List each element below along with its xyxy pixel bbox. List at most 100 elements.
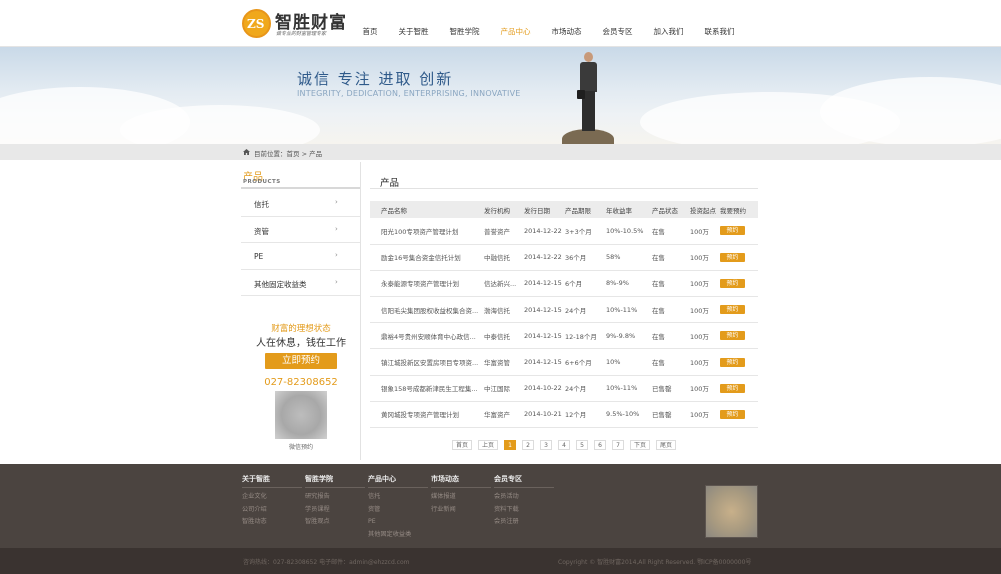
pager-page-2[interactable]: 2	[522, 440, 535, 450]
nav-home[interactable]: 首页	[352, 0, 388, 47]
minimum-cell: 100万	[690, 244, 720, 271]
footer-col-about: 关于智胜 企业文化 公司介绍 智胜动态	[242, 474, 302, 529]
hotline-phone: 027-82308652	[264, 377, 338, 388]
book-button[interactable]: 预约	[720, 331, 745, 341]
footer-bottom-bar: 咨询热线：027-82308652 电子邮件：admin@ehzzcd.com …	[0, 548, 1001, 574]
footer-link[interactable]: 研究报告	[305, 491, 365, 504]
footer-heading[interactable]: 会员专区	[494, 474, 554, 488]
footer-link[interactable]: 公司介绍	[242, 504, 302, 517]
table-row: 永泰能源专项资产管理计划 信达新兴... 2014-12-15 6个月 8%-9…	[370, 270, 758, 298]
yield-cell: 10%-10.5%	[606, 218, 652, 245]
nav-contact[interactable]: 联系我们	[694, 0, 745, 47]
footer-link[interactable]: 资料下载	[494, 504, 554, 517]
footer-heading[interactable]: 产品中心	[368, 474, 428, 488]
footer-link[interactable]: PE	[368, 516, 428, 529]
yield-cell: 9%-9.8%	[606, 322, 652, 350]
yield-cell: 10%	[606, 348, 652, 376]
footer-link[interactable]: 智胜动态	[242, 516, 302, 529]
product-name-link[interactable]: 阳光100专项资产管理计划	[381, 218, 484, 245]
product-name-link[interactable]: 镇江城投新区安置房项目专项资...	[381, 348, 484, 376]
product-name-link[interactable]: 鼎裕4号贵州安顺体育中心政信...	[381, 322, 484, 350]
product-table: 产品名称 发行机构 发行日期 产品期限 年收益率 产品状态 投资起点 我要预约 …	[370, 201, 758, 429]
main-nav: 首页 关于智胜 智胜学院 产品中心 市场动态 会员专区 加入我们 联系我们	[352, 0, 745, 47]
product-name-link[interactable]: 信阳毛尖集团股权收益权集合资...	[381, 296, 484, 324]
minimum-cell: 100万	[690, 401, 720, 429]
sidebar-item-label: PE	[254, 252, 264, 261]
nav-about[interactable]: 关于智胜	[388, 0, 439, 47]
col-header-yield: 年收益率	[606, 201, 652, 218]
footer-link[interactable]: 智胜观点	[305, 516, 365, 529]
product-name-link[interactable]: 黄冈城投专项资产管理计划	[381, 401, 484, 429]
status-cell: 在售	[652, 322, 690, 350]
issuer-cell: 华富资产	[484, 401, 524, 429]
minimum-cell: 100万	[690, 218, 720, 245]
footer-link[interactable]: 行业新闻	[431, 504, 491, 517]
footer-link[interactable]: 其他固定收益类	[368, 529, 428, 542]
date-cell: 2014-12-15	[524, 348, 565, 376]
footer-link[interactable]: 会员注册	[494, 516, 554, 529]
banner-title: 诚信 专注 进取 创新	[297, 70, 454, 88]
pager-last[interactable]: 尾页	[656, 440, 677, 450]
footer-link[interactable]: 学员课程	[305, 504, 365, 517]
logo[interactable]: ZS 智胜财富 做专业的财富管理专家	[242, 7, 362, 41]
footer-heading[interactable]: 市场动态	[431, 474, 491, 488]
col-header-book: 我要预约	[720, 201, 758, 218]
date-cell: 2014-12-15	[524, 270, 565, 298]
pager-prev[interactable]: 上页	[478, 440, 499, 450]
sidebar-item-trust[interactable]: 信托 ›	[241, 190, 361, 217]
footer-link[interactable]: 企业文化	[242, 491, 302, 504]
date-cell: 2014-12-22	[524, 218, 565, 245]
status-cell: 在售	[652, 218, 690, 245]
status-cell: 在售	[652, 270, 690, 298]
book-button[interactable]: 预约	[720, 226, 745, 236]
footer-link[interactable]: 媒体报道	[431, 491, 491, 504]
footer-col-academy: 智胜学院 研究报告 学员课程 智胜观点	[305, 474, 365, 529]
chevron-right-icon: ›	[335, 198, 338, 206]
footer-qr-code	[705, 485, 758, 538]
book-button[interactable]: 预约	[720, 305, 745, 315]
footer-heading[interactable]: 智胜学院	[305, 474, 365, 488]
nav-market[interactable]: 市场动态	[541, 0, 592, 47]
product-name-link[interactable]: 永泰能源专项资产管理计划	[381, 270, 484, 298]
pager-page-3[interactable]: 3	[540, 440, 553, 450]
sidebar-item-fixed-income[interactable]: 其他固定收益类 ›	[241, 270, 361, 296]
promo-slogan: 人在休息，钱在工作	[256, 338, 346, 349]
book-button[interactable]: 预约	[720, 357, 745, 367]
footer-heading[interactable]: 关于智胜	[242, 474, 302, 488]
yield-cell: 10%-11%	[606, 375, 652, 402]
table-row: 励金16号集合资金信托计划 中融信托 2014-12-22 36个月 58% 在…	[370, 244, 758, 271]
footer-col-members: 会员专区 会员活动 资料下载 会员注册	[494, 474, 554, 529]
status-cell: 已售罄	[652, 401, 690, 429]
minimum-cell: 100万	[690, 270, 720, 298]
product-name-link[interactable]: 励金16号集合资金信托计划	[381, 244, 484, 271]
sidebar-item-pe[interactable]: PE ›	[241, 243, 361, 270]
pager-page-7[interactable]: 7	[612, 440, 625, 450]
footer-link[interactable]: 资管	[368, 504, 428, 517]
pager-first[interactable]: 首页	[452, 440, 473, 450]
sidebar-item-asset-mgmt[interactable]: 资管 ›	[241, 217, 361, 243]
pager-page-4[interactable]: 4	[558, 440, 571, 450]
pager-page-5[interactable]: 5	[576, 440, 589, 450]
nav-members[interactable]: 会员专区	[592, 0, 643, 47]
sidebar-item-label: 其他固定收益类	[254, 279, 307, 289]
nav-products[interactable]: 产品中心	[490, 0, 541, 47]
book-button[interactable]: 预约	[720, 252, 745, 262]
book-button[interactable]: 预约	[720, 383, 745, 393]
nav-join[interactable]: 加入我们	[643, 0, 694, 47]
col-header-status: 产品状态	[652, 201, 690, 218]
table-row: 黄冈城投专项资产管理计划 华富资产 2014-10-21 12个月 9.5%-1…	[370, 401, 758, 429]
breadcrumb-text[interactable]: 目前位置：首页 > 产品	[254, 148, 322, 158]
book-now-button[interactable]: 立即预约	[265, 353, 337, 369]
pager-page-6[interactable]: 6	[594, 440, 607, 450]
pager-page-1[interactable]: 1	[504, 440, 517, 450]
issuer-cell: 信达新兴...	[484, 270, 524, 298]
issuer-cell: 渤海信托	[484, 296, 524, 324]
product-name-link[interactable]: 银象158号成都新津民生工程集...	[381, 375, 484, 402]
footer-link[interactable]: 会员活动	[494, 491, 554, 504]
nav-academy[interactable]: 智胜学院	[439, 0, 490, 47]
footer-link[interactable]: 信托	[368, 491, 428, 504]
book-button[interactable]: 预约	[720, 278, 745, 288]
pager-next[interactable]: 下页	[630, 440, 651, 450]
book-button[interactable]: 预约	[720, 409, 745, 419]
sidebar-subtitle: PRODUCTS	[243, 179, 281, 185]
